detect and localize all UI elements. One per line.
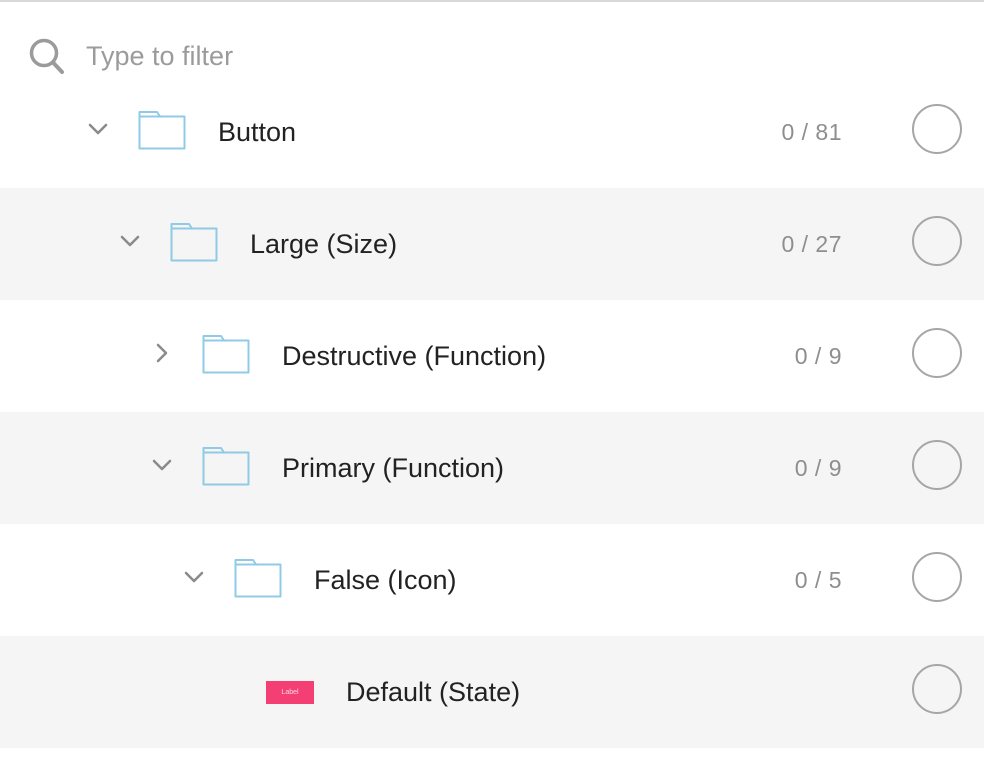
selection-count: 0 / 9 <box>794 455 842 481</box>
chevron-right-icon[interactable] <box>150 341 174 365</box>
folder-icon <box>202 447 250 486</box>
layer-tree: Button 0 / 81 Large (Size) 0 / 27 Destru… <box>0 76 984 748</box>
selection-count: 0 / 27 <box>781 231 842 257</box>
select-circle[interactable] <box>912 664 962 714</box>
filter-input[interactable] <box>86 34 686 78</box>
tree-row-label: Button <box>218 117 297 147</box>
tree-row-label: Default (State) <box>346 677 521 707</box>
component-thumbnail: Label <box>266 681 314 704</box>
folder-icon <box>138 111 186 150</box>
folder-icon <box>234 559 282 598</box>
select-circle[interactable] <box>912 440 962 490</box>
tree-row-label: False (Icon) <box>314 565 457 595</box>
tree-row-primary-function[interactable]: Primary (Function) 0 / 9 <box>0 412 984 524</box>
selection-count: 0 / 9 <box>794 343 842 369</box>
chevron-down-icon[interactable] <box>182 565 206 589</box>
chevron-down-icon[interactable] <box>86 117 110 141</box>
select-circle[interactable] <box>912 552 962 602</box>
select-circle[interactable] <box>912 216 962 266</box>
folder-icon <box>170 223 218 262</box>
selection-count: 0 / 5 <box>794 567 842 593</box>
select-circle[interactable] <box>912 104 962 154</box>
tree-row-label: Large (Size) <box>250 229 398 259</box>
tree-row-label: Destructive (Function) <box>282 341 547 371</box>
filter-bar <box>0 4 984 80</box>
tree-row-default-state[interactable]: Label Default (State) <box>0 636 984 748</box>
search-icon <box>29 38 64 74</box>
tree-row-destructive-function[interactable]: Destructive (Function) 0 / 9 <box>0 300 984 412</box>
chevron-down-icon[interactable] <box>150 453 174 477</box>
tree-row-button[interactable]: Button 0 / 81 <box>0 76 984 188</box>
tree-row-large-size[interactable]: Large (Size) 0 / 27 <box>0 188 984 300</box>
chevron-down-icon[interactable] <box>118 229 142 253</box>
folder-icon <box>202 335 250 374</box>
select-circle[interactable] <box>912 328 962 378</box>
tree-row-false-icon[interactable]: False (Icon) 0 / 5 <box>0 524 984 636</box>
tree-row-label: Primary (Function) <box>282 453 505 483</box>
selection-count: 0 / 81 <box>781 119 842 145</box>
